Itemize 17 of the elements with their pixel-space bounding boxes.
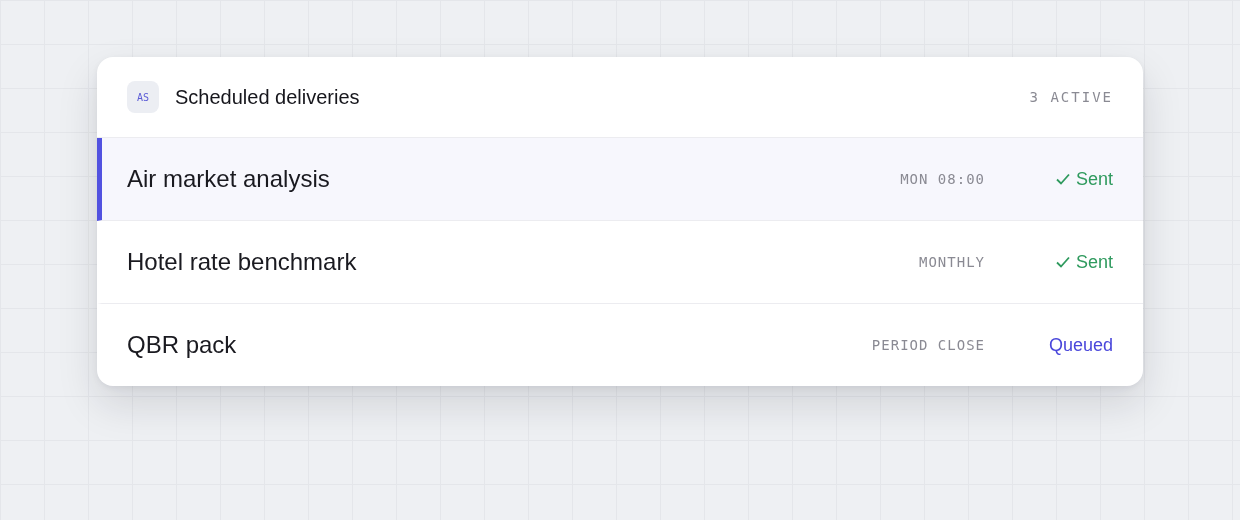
card-title: Scheduled deliveries [175,85,361,109]
delivery-name: QBR pack [127,331,238,359]
schedule-label: PERIOD CLOSE [871,337,985,353]
queued-status: Queued [1048,334,1113,356]
active-count: 3 ACTIVE [1029,89,1113,105]
sent-status: Sent [1075,251,1113,273]
schedule-label: MONTHLY [919,254,985,270]
check-icon [1055,256,1070,268]
delivery-name: Air market analysis [127,165,331,193]
schedule-label: MON 08:00 [900,171,985,187]
sent-status: Sent [1075,168,1113,190]
check-icon [1055,173,1070,185]
delivery-row[interactable]: Hotel rate benchmark MONTHLY Sent [97,221,1143,304]
delivery-row[interactable]: Air market analysis MON 08:00 Sent [97,138,1143,221]
avatar-badge: AS [127,81,159,113]
delivery-row[interactable]: QBR pack PERIOD CLOSE Queued [97,304,1143,386]
delivery-name: Hotel rate benchmark [127,248,358,276]
